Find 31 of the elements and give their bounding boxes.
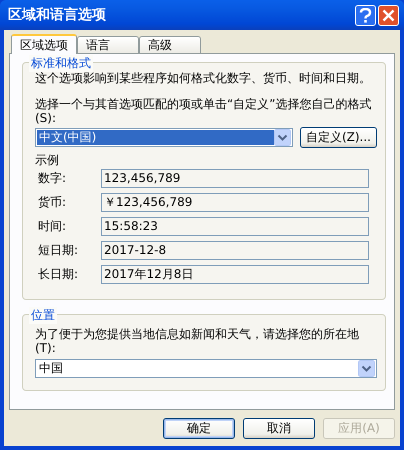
prompt-text: 选择一个与其首选项匹配的项或单击“自定义”选择您自己的格式(S): [35,97,372,125]
location-dropdown[interactable]: 中国 [35,359,377,378]
samples-label: 示例 [35,153,60,167]
sample-field: 123,456,789 [101,169,369,188]
prompt-text: 为了便于为您提供当地信息如新闻和天气，请选择您的所在地(T): [35,327,360,355]
group-title: 位置 [29,307,57,324]
format-dropdown[interactable]: 中文(中国) [35,128,293,147]
close-button[interactable] [378,4,399,26]
sample-field: 2017年12月8日 [101,265,369,284]
field-label: 长日期: [37,266,80,283]
dialog-button[interactable]: 确定 [163,418,235,438]
help-button[interactable] [355,4,376,26]
close-icon [382,8,395,22]
field-label: 短日期: [37,242,80,259]
group-title: 标准和格式 [29,55,93,72]
sample-field: 15:58:23 [101,217,369,236]
selected-value: 中文(中国) [37,130,274,145]
tab[interactable]: 语言 [77,36,139,53]
description-text: 这个选项影响到某些程序如何格式化数字、货币、时间和日期。 [35,71,372,85]
field-label: 时间: [37,218,68,235]
sample-field: ￥123,456,789 [101,193,369,212]
field-label: 数字: [37,170,68,187]
tab[interactable]: 区域选项 [11,34,77,54]
sample-field: 2017-12-8 [101,241,369,260]
customize-button[interactable]: 自定义(Z)... [300,127,377,148]
field-label: 货币: [37,194,68,211]
dialog-button[interactable]: 取消 [243,418,315,438]
tab[interactable]: 高级 [139,36,201,53]
help-icon [359,8,372,22]
window-title: 区域和语言选项 [8,6,107,24]
selected-value: 中国 [38,361,64,376]
